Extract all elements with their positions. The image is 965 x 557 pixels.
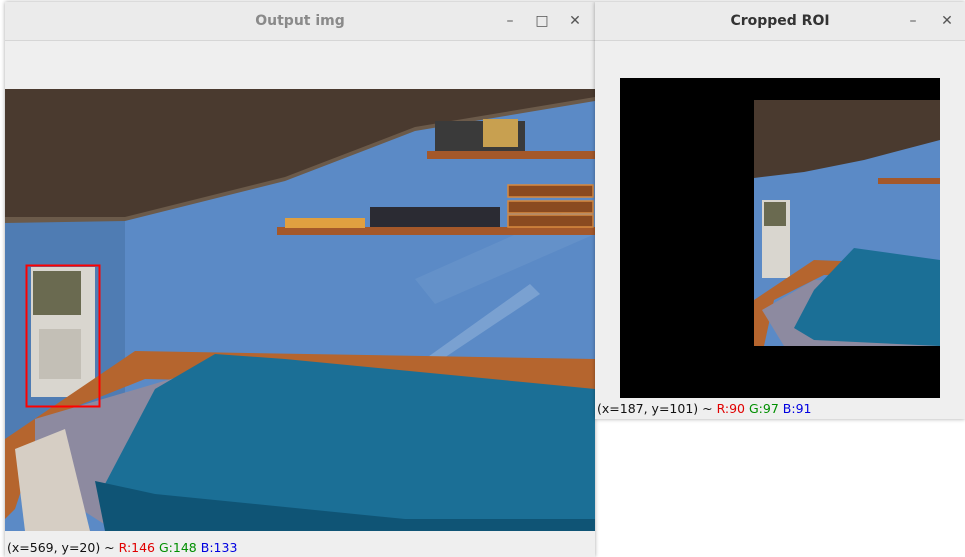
shelf-box-3 [507, 214, 594, 228]
close-button[interactable]: ✕ [560, 2, 590, 40]
shelf-box-2 [507, 200, 594, 214]
cropped-roi-titlebar[interactable]: Cropped ROI – ✕ [595, 2, 965, 41]
cropped-roi-window[interactable]: Cropped ROI – ✕ (x=187, y=101) ~ R:90 G:… [595, 2, 965, 419]
calendar-photo [33, 271, 81, 315]
output-status-red: R:146 [118, 540, 156, 555]
output-img-window[interactable]: Output img – □ ✕ (x=569, y=20) ~ R:146 G… [5, 2, 595, 557]
output-status-bar: (x=569, y=20) ~ R:146 G:148 B:133 [7, 540, 237, 555]
roi-status-bar: (x=187, y=101) ~ R:90 G:97 B:91 [597, 401, 812, 416]
roi-picture [754, 100, 940, 346]
shelf-box-1 [507, 184, 594, 198]
output-image[interactable] [5, 89, 595, 531]
shelf-items [370, 207, 500, 227]
output-status-green: G:148 [159, 540, 197, 555]
roi-status-coords: (x=187, y=101) ~ [597, 401, 717, 416]
roi-minimize-button[interactable]: – [898, 2, 928, 40]
maximize-button[interactable]: □ [527, 2, 557, 40]
shelf-book [285, 218, 365, 228]
calendar-grid [39, 329, 81, 379]
roi-status-blue: B:91 [782, 401, 812, 416]
roi-close-button[interactable]: ✕ [932, 2, 962, 40]
output-img-titlebar[interactable]: Output img – □ ✕ [5, 2, 595, 41]
roi-status-red: R:90 [716, 401, 746, 416]
minimize-button[interactable]: – [495, 2, 525, 40]
roi-shelf [878, 178, 940, 184]
lower-shelf [277, 227, 595, 235]
output-status-coords: (x=569, y=20) ~ [7, 540, 119, 555]
cropped-roi-image[interactable] [620, 78, 940, 398]
upper-shelf [427, 151, 595, 159]
output-status-blue: B:133 [200, 540, 238, 555]
upper-shelf-box [483, 119, 518, 147]
roi-status-green: G:97 [749, 401, 779, 416]
roi-calendar-photo [764, 202, 786, 226]
